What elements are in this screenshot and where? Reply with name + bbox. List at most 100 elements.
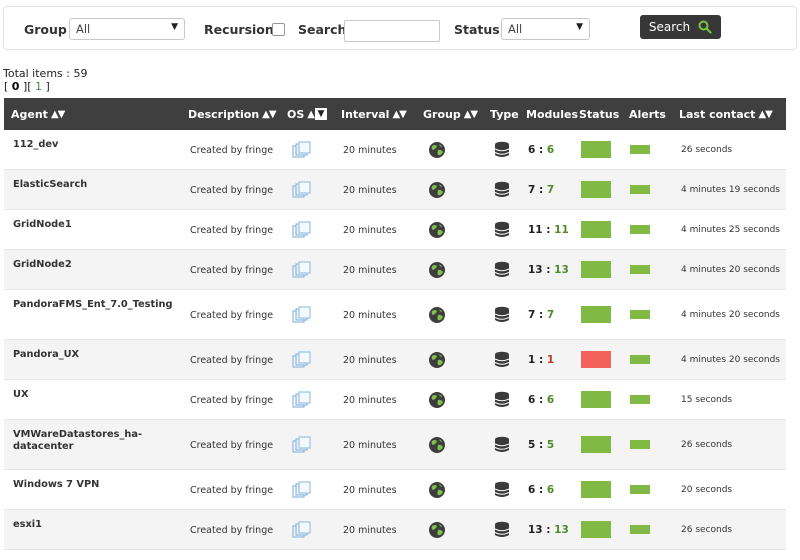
agent-interval: 20 minutes bbox=[343, 225, 397, 236]
column-group[interactable]: Group ▲▼ bbox=[423, 98, 478, 130]
table-row[interactable]: esxi1 Created by fringe 20 minutes 13 : 13 2… bbox=[4, 510, 786, 550]
table-row[interactable]: GridNode2 Created by fringe 20 minutes 13 :… bbox=[4, 250, 786, 290]
table-row[interactable]: Windows 7 VPN Created by fringe 20 minutes… bbox=[4, 470, 786, 510]
os-icon bbox=[292, 261, 312, 279]
agent-name-link[interactable]: ElasticSearch bbox=[13, 179, 178, 191]
agent-name-link[interactable]: VMWareDatastores_ha-datacenter bbox=[13, 429, 178, 453]
table-row[interactable]: 112_dev Created by fringe 20 minutes 6 : 6 2… bbox=[4, 130, 786, 170]
column-description[interactable]: Description ▲▼ bbox=[188, 98, 277, 130]
table-row[interactable]: GridNode1 Created by fringe 20 minutes 11 :… bbox=[4, 210, 786, 250]
agent-name-link[interactable]: PandoraFMS_Ent_7.0_Testing bbox=[13, 299, 178, 311]
status-select-value: All bbox=[508, 22, 523, 36]
alerts-indicator[interactable] bbox=[630, 225, 650, 234]
column-os-label: OS bbox=[287, 107, 305, 121]
alerts-indicator[interactable] bbox=[630, 265, 650, 274]
group-globe-icon[interactable] bbox=[428, 181, 446, 199]
group-globe-icon[interactable] bbox=[428, 261, 446, 279]
column-last-contact[interactable]: Last contact ▲▼ bbox=[679, 98, 773, 130]
modules-total: 13 bbox=[528, 524, 543, 536]
search-input[interactable] bbox=[344, 20, 440, 42]
alerts-indicator[interactable] bbox=[630, 395, 650, 404]
sort-arrows-icon[interactable]: ▲▼ bbox=[392, 109, 406, 120]
agent-name-link[interactable]: GridNode1 bbox=[13, 219, 178, 231]
modules-ok: 13 bbox=[554, 524, 569, 536]
group-globe-icon[interactable] bbox=[428, 436, 446, 454]
table-row[interactable]: PandoraFMS_Ent_7.0_Testing Created by fri… bbox=[4, 290, 786, 340]
agent-name-link[interactable]: 112_dev bbox=[13, 139, 178, 151]
database-icon bbox=[494, 481, 510, 499]
search-button[interactable]: Search bbox=[640, 15, 721, 39]
agent-name-link[interactable]: Pandora_UX bbox=[13, 349, 178, 361]
status-indicator[interactable] bbox=[581, 436, 611, 453]
alerts-indicator[interactable] bbox=[630, 355, 650, 364]
column-interval[interactable]: Interval ▲▼ bbox=[341, 98, 407, 130]
alerts-indicator[interactable] bbox=[630, 185, 650, 194]
modules-count[interactable]: 6 : 6 bbox=[528, 484, 554, 496]
alerts-indicator[interactable] bbox=[630, 310, 650, 319]
modules-count[interactable]: 13 : 13 bbox=[528, 524, 569, 536]
sort-down-active-icon[interactable]: ▼ bbox=[314, 108, 327, 120]
agent-name-link[interactable]: Windows 7 VPN bbox=[13, 479, 178, 491]
group-globe-icon[interactable] bbox=[428, 521, 446, 539]
table-row[interactable]: Pandora_UX Created by fringe 20 minutes 1 :… bbox=[4, 340, 786, 380]
alerts-indicator[interactable] bbox=[630, 145, 650, 154]
column-alerts: Alerts bbox=[629, 98, 666, 130]
pager-page-link[interactable]: 1 bbox=[35, 80, 42, 93]
status-select[interactable]: All ▼ bbox=[501, 18, 590, 40]
group-globe-icon[interactable] bbox=[428, 306, 446, 324]
group-globe-icon[interactable] bbox=[428, 351, 446, 369]
modules-count[interactable]: 7 : 7 bbox=[528, 184, 554, 196]
agent-interval: 20 minutes bbox=[343, 485, 397, 496]
os-icon bbox=[292, 221, 312, 239]
database-icon bbox=[494, 261, 510, 279]
sort-up-icon[interactable]: ▲ bbox=[307, 109, 315, 120]
alerts-indicator[interactable] bbox=[630, 525, 650, 534]
agent-interval: 20 minutes bbox=[343, 525, 397, 536]
alerts-indicator[interactable] bbox=[630, 440, 650, 449]
status-indicator[interactable] bbox=[581, 351, 611, 368]
group-globe-icon[interactable] bbox=[428, 141, 446, 159]
modules-ok: 6 bbox=[546, 394, 555, 406]
status-indicator[interactable] bbox=[581, 181, 611, 198]
agent-name-link[interactable]: GridNode2 bbox=[13, 259, 178, 271]
agent-name-link[interactable]: UX bbox=[13, 389, 178, 401]
agent-description: Created by fringe bbox=[190, 310, 274, 321]
group-globe-icon[interactable] bbox=[428, 481, 446, 499]
column-os[interactable]: OS ▲ ▼ bbox=[287, 98, 327, 130]
status-indicator[interactable] bbox=[581, 306, 611, 323]
status-indicator[interactable] bbox=[581, 221, 611, 238]
modules-count[interactable]: 5 : 5 bbox=[528, 439, 554, 451]
agents-table: Agent ▲▼ Description ▲▼ OS ▲ ▼ Interval ▲▼ Gr… bbox=[4, 98, 786, 550]
modules-count[interactable]: 13 : 13 bbox=[528, 264, 569, 276]
last-contact: 4 minutes 20 seconds bbox=[681, 265, 780, 275]
group-filter-label: Group bbox=[24, 22, 67, 37]
status-indicator[interactable] bbox=[581, 261, 611, 278]
group-globe-icon[interactable] bbox=[428, 221, 446, 239]
sort-arrows-icon[interactable]: ▲▼ bbox=[51, 109, 65, 120]
sort-arrows-icon[interactable]: ▲▼ bbox=[464, 109, 478, 120]
agent-name-link[interactable]: esxi1 bbox=[13, 519, 178, 531]
status-indicator[interactable] bbox=[581, 391, 611, 408]
sort-arrows-icon[interactable]: ▲▼ bbox=[262, 109, 276, 120]
group-globe-icon[interactable] bbox=[428, 391, 446, 409]
modules-count[interactable]: 6 : 6 bbox=[528, 394, 554, 406]
column-agent[interactable]: Agent ▲▼ bbox=[11, 98, 65, 130]
sort-arrows-icon[interactable]: ▲▼ bbox=[758, 109, 772, 120]
table-row[interactable]: VMWareDatastores_ha-datacenter Created by… bbox=[4, 420, 786, 470]
chevron-down-icon: ▼ bbox=[576, 22, 583, 32]
column-group-label: Group bbox=[423, 107, 461, 121]
recursion-checkbox[interactable] bbox=[272, 23, 285, 36]
status-indicator[interactable] bbox=[581, 141, 611, 158]
alerts-indicator[interactable] bbox=[630, 485, 650, 494]
modules-count[interactable]: 7 : 7 bbox=[528, 309, 554, 321]
table-row[interactable]: UX Created by fringe 20 minutes 6 : 6 15 sec… bbox=[4, 380, 786, 420]
table-row[interactable]: ElasticSearch Created by fringe 20 minutes… bbox=[4, 170, 786, 210]
total-items: Total items : 59 bbox=[3, 67, 88, 80]
group-select[interactable]: All ▼ bbox=[69, 18, 185, 40]
modules-count[interactable]: 11 : 11 bbox=[528, 224, 569, 236]
os-icon bbox=[292, 436, 312, 454]
status-indicator[interactable] bbox=[581, 521, 611, 538]
modules-count[interactable]: 1 : 1 bbox=[528, 354, 554, 366]
status-indicator[interactable] bbox=[581, 481, 611, 498]
modules-count[interactable]: 6 : 6 bbox=[528, 144, 554, 156]
